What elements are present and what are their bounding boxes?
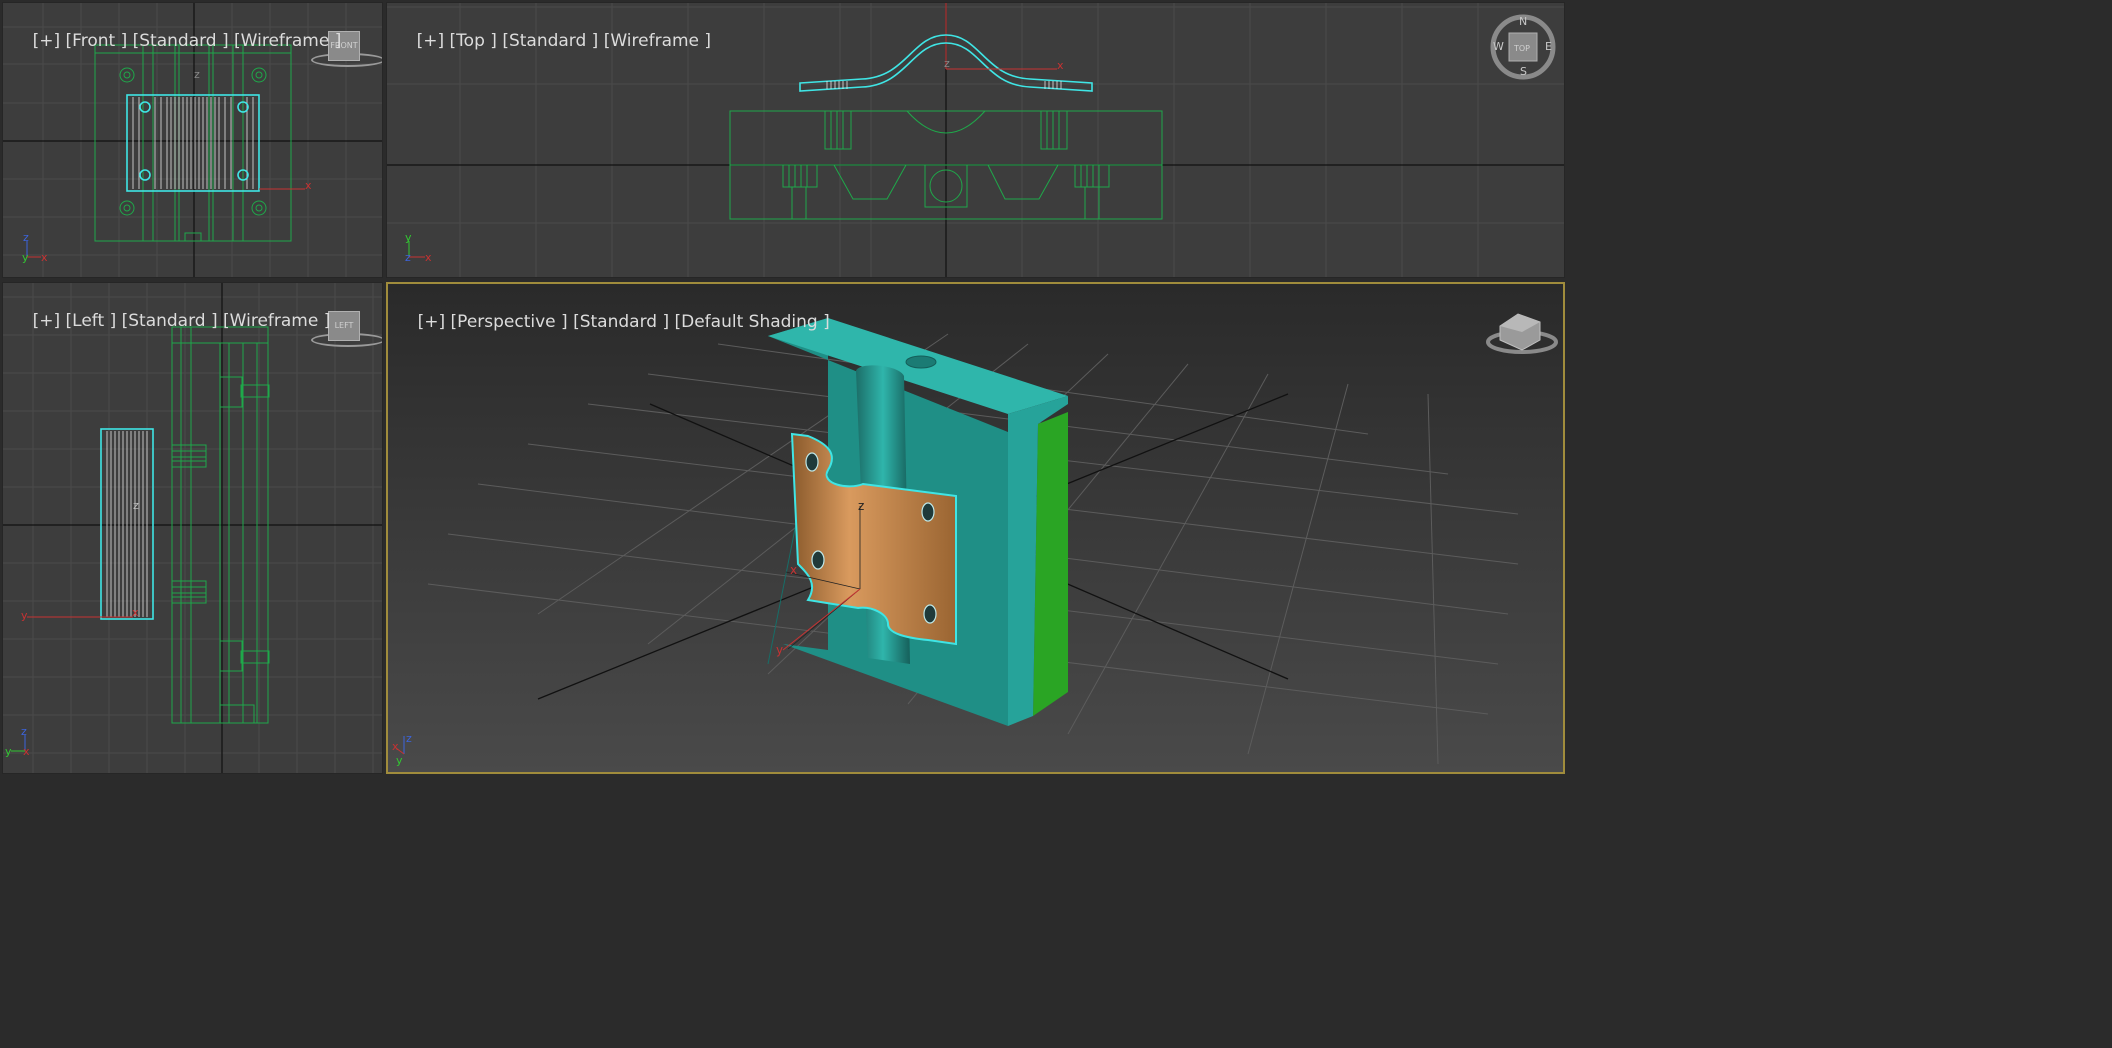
viewport-shading-menu[interactable]: [Default Shading ]	[675, 312, 830, 332]
compass-west: W	[1493, 40, 1504, 53]
viewport-plus-menu[interactable]: [+]	[418, 312, 446, 332]
viewport-left[interactable]: [+] [Left ] [Standard ] [Wireframe ] LEF…	[2, 282, 383, 774]
viewport-view-menu[interactable]: [Left ]	[66, 311, 117, 331]
svg-text:x: x	[392, 740, 399, 753]
svg-text:x: x	[41, 251, 48, 264]
svg-text:z: z	[21, 725, 27, 738]
svg-text:z: z	[405, 251, 411, 264]
viewport-view-menu[interactable]: [Top ]	[450, 31, 497, 51]
viewport-plus-menu[interactable]: [+]	[33, 311, 61, 331]
viewport-front[interactable]: [+] [Front ] [Standard ] [Wireframe ] FR…	[2, 2, 383, 278]
local-x-axis-label: x	[132, 606, 139, 619]
compass-east: E	[1545, 40, 1552, 53]
viewport-view-menu[interactable]: [Perspective ]	[451, 312, 568, 332]
viewport-plus-menu[interactable]: [+]	[33, 31, 61, 51]
svg-text:z: z	[406, 732, 412, 745]
local-x-axis-label: x	[305, 179, 312, 192]
local-x-axis-label: x	[1057, 59, 1064, 72]
viewport-shading-menu[interactable]: [Wireframe ]	[234, 31, 341, 51]
viewport-mode-menu[interactable]: [Standard ]	[122, 311, 218, 331]
local-y-axis-label: y	[21, 609, 28, 622]
gizmo-z-label: z	[858, 499, 864, 513]
viewport-label-left: [+] [Left ] [Standard ] [Wireframe ]	[11, 291, 331, 351]
local-z-axis-label: z	[133, 499, 139, 512]
viewport-plus-menu[interactable]: [+]	[417, 31, 445, 51]
svg-text:z: z	[23, 231, 29, 244]
viewport-shading-menu[interactable]: [Wireframe ]	[604, 31, 711, 51]
viewport-view-menu[interactable]: [Front ]	[66, 31, 128, 51]
axis-tripod-icon: z y x	[22, 231, 48, 264]
perspective-view-canvas[interactable]: z x y z x y	[388, 284, 1565, 774]
gizmo-x-label: x	[790, 563, 797, 577]
viewport-label-perspective: [+] [Perspective ] [Standard ] [Default …	[396, 292, 830, 352]
compass-south: S	[1520, 65, 1527, 78]
svg-text:x: x	[23, 745, 30, 758]
viewport-mode-menu[interactable]: [Standard ]	[502, 31, 598, 51]
gizmo-y-label: y	[776, 643, 783, 657]
viewport-shading-menu[interactable]: [Wireframe ]	[223, 311, 330, 331]
left-view-canvas[interactable]: y x z z y x	[3, 283, 383, 774]
viewport-label-front: [+] [Front ] [Standard ] [Wireframe ]	[11, 11, 342, 71]
svg-text:y: y	[396, 754, 403, 767]
local-z-axis-label: z	[944, 57, 950, 70]
viewport-mode-menu[interactable]: [Standard ]	[133, 31, 229, 51]
viewport-label-top: [+] [Top ] [Standard ] [Wireframe ]	[395, 11, 711, 71]
viewport-top[interactable]: [+] [Top ] [Standard ] [Wireframe ] x z …	[386, 2, 1565, 278]
svg-text:y: y	[405, 231, 412, 244]
svg-text:y: y	[22, 251, 29, 264]
mold-green-side	[1033, 412, 1068, 716]
view-cube-icon: TOP	[1513, 44, 1530, 53]
viewport-perspective[interactable]: [+] [Perspective ] [Standard ] [Default …	[386, 282, 1565, 774]
compass-north: N	[1519, 15, 1528, 28]
svg-text:x: x	[425, 251, 432, 264]
svg-text:y: y	[5, 745, 12, 758]
view-cube-icon[interactable]: LEFT	[328, 311, 360, 341]
axis-tripod-icon: y z x	[405, 231, 432, 264]
viewport-mode-menu[interactable]: [Standard ]	[573, 312, 669, 332]
